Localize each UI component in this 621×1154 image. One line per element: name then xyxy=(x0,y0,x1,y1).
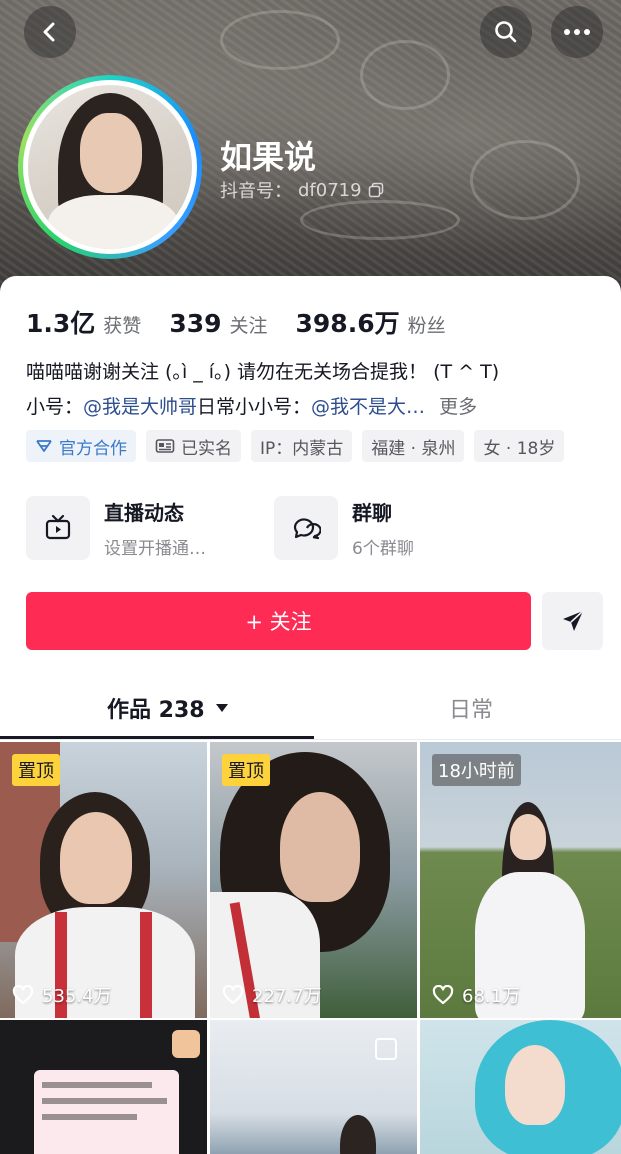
paper-plane-icon xyxy=(562,610,584,631)
search-icon xyxy=(495,21,517,43)
small-account-link[interactable]: @我是大帅哥 xyxy=(83,392,197,419)
video-thumbnail[interactable]: 置顶 227.7万 xyxy=(210,742,417,1018)
douyin-id[interactable]: 抖音号： df0719 xyxy=(220,177,384,203)
video-likes: 227.7万 xyxy=(222,982,322,1008)
tag-gender-age: 女 · 18岁 xyxy=(474,430,565,462)
nickname: 如果说 xyxy=(220,138,317,176)
video-likes: 535.4万 xyxy=(12,982,112,1008)
chevron-left-icon xyxy=(43,22,55,42)
bio-more-link[interactable]: 更多 xyxy=(439,392,477,419)
tag-ip-text: IP：内蒙古 xyxy=(260,438,344,459)
video-likes-count: 68.1万 xyxy=(462,986,521,1007)
more-button[interactable] xyxy=(551,6,603,58)
tab-works[interactable]: 作品 238 xyxy=(107,692,229,724)
tab-works-label: 作品 238 xyxy=(107,698,205,723)
tv-icon xyxy=(45,514,71,540)
following-count[interactable]: 339 xyxy=(169,309,221,338)
tab-divider xyxy=(0,739,621,740)
video-likes: 68.1万 xyxy=(432,982,520,1008)
follow-button-label: + 关注 xyxy=(245,610,312,634)
live-feature[interactable]: 直播动态 设置开播通… xyxy=(26,496,206,560)
chat-bubbles-icon xyxy=(293,518,321,540)
caret-down-icon xyxy=(215,704,228,712)
heart-icon xyxy=(12,985,34,1005)
time-badge: 18小时前 xyxy=(432,754,521,786)
live-feature-title: 直播动态 xyxy=(104,501,184,525)
video-likes-count: 227.7万 xyxy=(252,986,322,1007)
id-card-icon xyxy=(155,439,175,453)
video-thumbnail[interactable]: 置顶 535.4万 xyxy=(0,742,207,1018)
pinned-badge: 置顶 xyxy=(222,754,270,786)
video-thumbnail[interactable] xyxy=(210,1020,417,1154)
daily-account-label: 日常小小号： xyxy=(197,396,312,418)
following-label[interactable]: 关注 xyxy=(230,311,268,338)
tab-daily[interactable]: 日常 xyxy=(449,692,493,724)
search-button[interactable] xyxy=(480,6,532,58)
message-button[interactable] xyxy=(542,592,603,650)
tag-location: 福建 · 泉州 xyxy=(362,430,465,462)
tag-gender-age-text: 女 · 18岁 xyxy=(483,438,556,459)
multi-image-icon xyxy=(375,1038,397,1060)
video-thumbnail[interactable] xyxy=(420,1020,621,1154)
tag-verified[interactable]: 已实名 xyxy=(146,430,241,462)
tag-location-text: 福建 · 泉州 xyxy=(371,438,456,459)
group-chat-title: 群聊 xyxy=(352,501,392,525)
pinned-badge: 置顶 xyxy=(12,754,60,786)
bio-line: 喵喵喵谢谢关注 (｡ì _ í｡) 请勿在无关场合提我！ (T ^ T) xyxy=(26,361,500,383)
avatar-photo xyxy=(28,85,192,249)
sand-writing xyxy=(300,200,460,240)
more-dots-icon xyxy=(564,29,590,35)
heart-icon xyxy=(432,985,454,1005)
sand-writing xyxy=(220,10,340,70)
group-chat-subtitle: 6个群聊 xyxy=(352,539,414,559)
video-thumbnail[interactable]: 18小时前 68.1万 xyxy=(420,742,621,1018)
tag-ip: IP：内蒙古 xyxy=(251,430,353,462)
stats-row: 1.3亿 获赞 339 关注 398.6万 粉丝 xyxy=(26,304,474,340)
official-cooperation-icon xyxy=(36,440,52,452)
douyin-id-label: 抖音号： xyxy=(220,181,292,202)
video-thumbnail[interactable] xyxy=(0,1020,207,1154)
video-likes-count: 535.4万 xyxy=(42,986,112,1007)
likes-count: 1.3亿 xyxy=(26,309,96,338)
small-account-label: 小号： xyxy=(26,396,84,418)
profile-tags: 官方合作 已实名 IP：内蒙古 福建 · 泉州 女 · 18岁 xyxy=(26,430,565,462)
back-button[interactable] xyxy=(24,6,76,58)
likes-label: 获赞 xyxy=(103,315,142,337)
followers-label[interactable]: 粉丝 xyxy=(408,311,446,338)
heart-icon xyxy=(222,985,244,1005)
bio-accounts-line: 小号： @我是大帅哥 日常小小号： @我不是大… 更多 xyxy=(26,392,477,419)
copy-icon[interactable] xyxy=(368,182,384,198)
thumbnail-person xyxy=(340,1115,376,1154)
tag-official[interactable]: 官方合作 xyxy=(26,430,136,462)
daily-account-link[interactable]: @我不是大… xyxy=(311,392,425,419)
follow-button[interactable]: + 关注 xyxy=(26,592,531,650)
group-chat-feature[interactable]: 群聊 6个群聊 xyxy=(274,496,414,560)
live-feature-subtitle: 设置开播通… xyxy=(104,539,206,559)
sand-writing xyxy=(360,40,450,110)
tag-verified-text: 已实名 xyxy=(181,438,232,459)
followers-count[interactable]: 398.6万 xyxy=(296,304,400,340)
multi-image-icon xyxy=(172,1030,200,1058)
avatar[interactable] xyxy=(18,75,202,259)
sand-writing xyxy=(470,140,580,220)
tag-official-text: 官方合作 xyxy=(59,438,127,459)
douyin-id-value: df0719 xyxy=(298,179,362,201)
